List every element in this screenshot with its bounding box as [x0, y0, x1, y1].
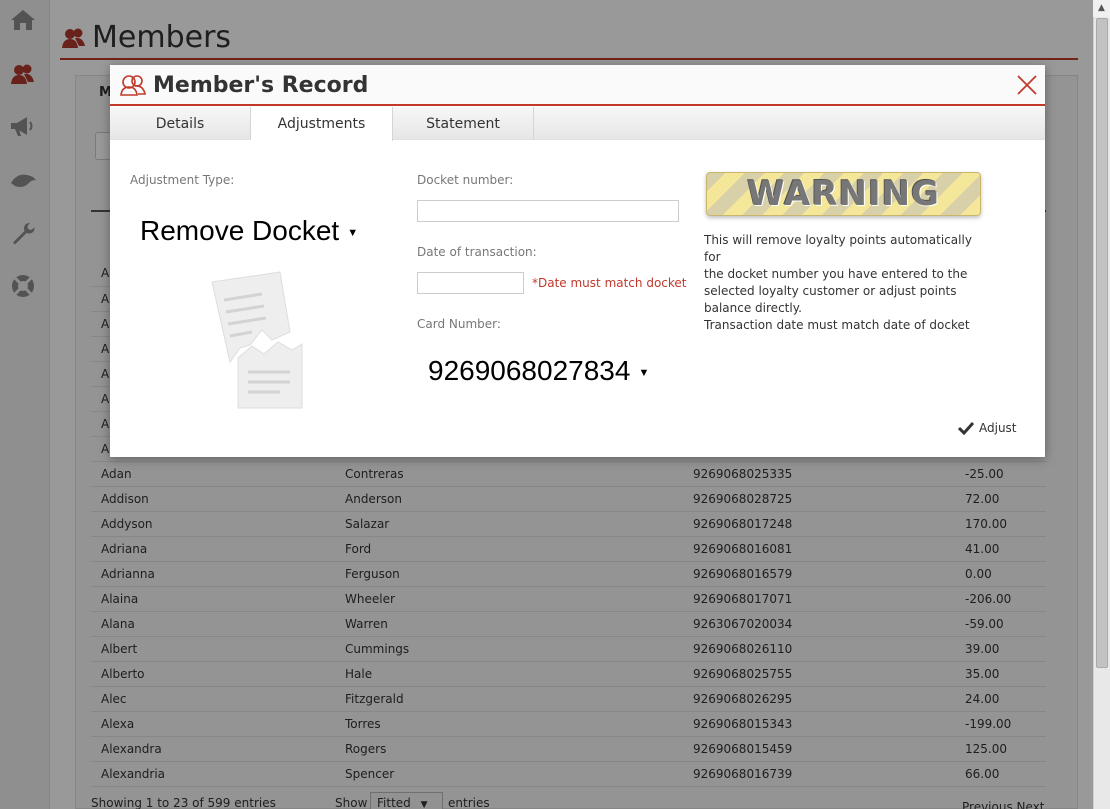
warning-text: This will remove loyalty points automati… — [704, 232, 984, 334]
warning-line: Transaction date must match date of dock… — [704, 318, 970, 332]
modal-title: Member's Record — [153, 73, 369, 98]
warning-badge-label: WARNING — [747, 174, 940, 214]
adjustment-type-select[interactable]: Remove Docket ▼ — [140, 215, 358, 247]
torn-docket-icon — [210, 270, 305, 414]
members-outline-icon — [119, 73, 147, 101]
warning-badge: WARNING — [706, 172, 981, 216]
date-input[interactable] — [417, 272, 524, 294]
warning-line: the docket number you have entered to th… — [704, 267, 968, 281]
docket-number-label: Docket number: — [417, 173, 514, 187]
adjustment-type-label: Adjustment Type: — [130, 173, 235, 187]
scroll-thumb[interactable] — [1096, 18, 1108, 668]
adjust-label: Adjust — [979, 421, 1017, 435]
warning-line: selected loyalty customer or adjust poin… — [704, 284, 957, 298]
caret-down-icon: ▼ — [347, 226, 359, 239]
card-number-label: Card Number: — [417, 317, 501, 331]
close-icon[interactable] — [1015, 73, 1039, 97]
adjust-button[interactable]: Adjust — [958, 421, 1017, 435]
caret-down-icon: ▼ — [638, 366, 650, 379]
adjustment-type-value: Remove Docket — [140, 215, 340, 246]
member-record-modal: Member's Record Details Adjustments Stat… — [110, 65, 1045, 457]
tab-adjustments[interactable]: Adjustments — [251, 107, 393, 141]
warning-line: This will remove loyalty points automati… — [704, 233, 972, 264]
modal-header: Member's Record — [110, 65, 1045, 106]
card-number-value: 9269068027834 — [428, 355, 631, 386]
docket-number-input[interactable] — [417, 200, 679, 222]
modal-tabs: Details Adjustments Statement — [110, 107, 1045, 141]
card-number-select[interactable]: 9269068027834 ▼ — [428, 355, 649, 387]
scroll-up-arrow-icon[interactable]: ▲ — [1093, 0, 1110, 17]
tab-statement[interactable]: Statement — [393, 107, 534, 140]
date-warning: *Date must match docket — [532, 276, 687, 290]
date-label: Date of transaction: — [417, 245, 537, 259]
warning-line: balance directly. — [704, 301, 802, 315]
tab-details[interactable]: Details — [110, 107, 251, 140]
checkmark-icon — [958, 421, 974, 435]
